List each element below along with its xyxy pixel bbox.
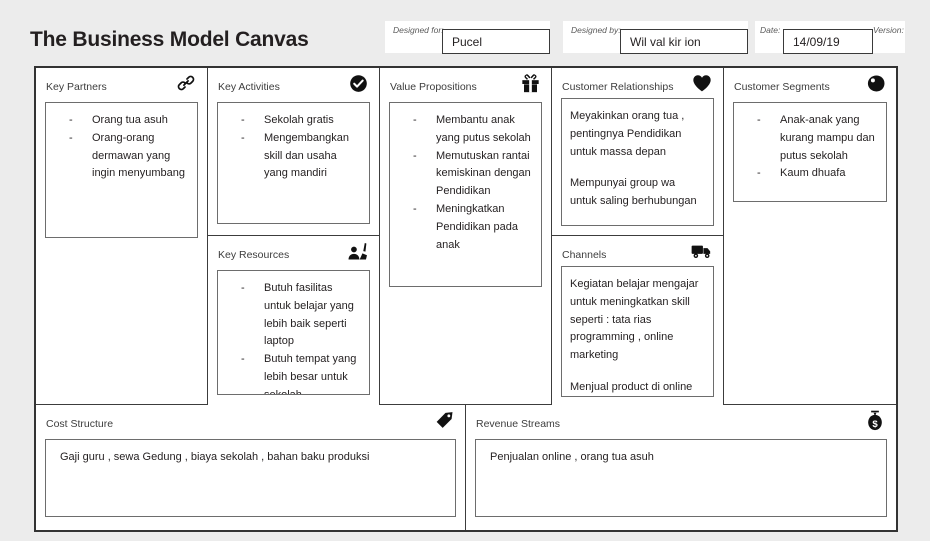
list-item: Orang-orang dermawan yang ingin menyumba…: [54, 130, 189, 183]
bullet-list: Anak-anak yang kurang mampu dan putus se…: [742, 112, 878, 183]
version-label: Version:: [873, 25, 904, 35]
chain-link-icon: [175, 72, 197, 94]
block-cost-structure[interactable]: Cost Structure Gaji guru , sewa Gedung ,…: [36, 405, 466, 530]
block-header: Key Resources: [208, 236, 379, 266]
list-item: Memutuskan rantai kemiskinan dengan Pend…: [398, 148, 533, 201]
svg-text:$: $: [872, 418, 878, 429]
block-title: Key Resources: [218, 249, 290, 261]
block-title: Channels: [562, 249, 607, 261]
list-item: Meningkatkan Pendidikan pada anak: [398, 201, 533, 254]
worker-icon: [347, 240, 369, 262]
block-header: Customer Relationships: [552, 68, 723, 98]
block-title: Key Partners: [46, 81, 107, 93]
list-item: Membantu anak yang putus sekolah: [398, 112, 533, 148]
block-revenue-streams[interactable]: Revenue Streams $ Penjualan online , ora…: [466, 405, 896, 530]
paragraph: Mempunyai group wa untuk saling berhubun…: [570, 177, 697, 208]
block-note[interactable]: Butuh fasilitas untuk belajar yang lebih…: [217, 270, 370, 395]
block-title: Key Activities: [218, 81, 280, 93]
block-note[interactable]: Meyakinkan orang tua , pentingnya Pendid…: [561, 98, 714, 226]
block-note[interactable]: Orang tua asuh Orang-orang dermawan yang…: [45, 102, 198, 238]
list-item: Butuh tempat yang lebih besar untuk seko…: [226, 351, 361, 394]
block-customer-relationships[interactable]: Customer Relationships Meyakinkan orang …: [552, 68, 724, 236]
bullet-list: Butuh fasilitas untuk belajar yang lebih…: [226, 280, 361, 394]
date-label: Date:: [760, 25, 781, 35]
bullet-list: Sekolah gratis Mengembangkan skill dan u…: [226, 112, 361, 183]
block-note[interactable]: Membantu anak yang putus sekolah Memutus…: [389, 102, 542, 287]
block-header: Channels: [552, 236, 723, 266]
note-text: Gaji guru , sewa Gedung , biaya sekolah …: [60, 451, 370, 463]
block-channels[interactable]: Channels Kegiatan belajar mengajar untuk…: [552, 236, 724, 405]
block-title: Customer Relationships: [562, 81, 674, 93]
paragraph: Meyakinkan orang tua , pentingnya Pendid…: [570, 110, 685, 158]
list-item: Kaum dhuafa: [742, 165, 878, 183]
heart-icon: [691, 72, 713, 94]
bullet-list: Membantu anak yang putus sekolah Memutus…: [398, 112, 533, 255]
list-item: Anak-anak yang kurang mampu dan putus se…: [742, 112, 878, 165]
block-note[interactable]: Kegiatan belajar mengajar untuk meningka…: [561, 266, 714, 397]
block-header: Value Propositions: [380, 68, 551, 98]
block-note[interactable]: Gaji guru , sewa Gedung , biaya sekolah …: [45, 439, 456, 517]
block-header: Customer Segments: [724, 68, 896, 98]
block-customer-segments[interactable]: Customer Segments Anak-anak yang kurang …: [724, 68, 896, 405]
block-key-partners[interactable]: Key Partners Orang tua asuh Orang-orang …: [36, 68, 208, 405]
date-input[interactable]: 14/09/19: [783, 29, 873, 54]
designed-by-field: Designed by: Wil val kir ion: [563, 21, 748, 54]
bullet-list: Orang tua asuh Orang-orang dermawan yang…: [54, 112, 189, 183]
block-header: Key Activities: [208, 68, 379, 98]
canvas-header: The Business Model Canvas Designed for: …: [0, 0, 930, 60]
designed-for-field: Designed for: Pucel: [385, 21, 550, 54]
gift-icon: [519, 72, 541, 94]
date-field: Date: Version: 14/09/19: [755, 21, 905, 54]
paragraph: Menjual product di online shop seperti ,…: [570, 381, 693, 394]
block-value-propositions[interactable]: Value Propositions Membantu anak yang pu…: [380, 68, 552, 405]
delivery-truck-icon: [691, 240, 713, 262]
canvas-grid: Key Partners Orang tua asuh Orang-orang …: [34, 66, 898, 532]
business-model-canvas-page: The Business Model Canvas Designed for: …: [0, 0, 930, 541]
block-key-resources[interactable]: Key Resources Butuh fasilitas untuk bela…: [208, 236, 380, 405]
block-header: Revenue Streams $: [466, 405, 896, 435]
list-item: Mengembangkan skill dan usaha yang mandi…: [226, 130, 361, 183]
note-text: Penjualan online , orang tua asuh: [490, 451, 654, 463]
check-circle-icon: [347, 72, 369, 94]
block-title: Value Propositions: [390, 81, 477, 93]
block-note[interactable]: Anak-anak yang kurang mampu dan putus se…: [733, 102, 887, 202]
designed-for-input[interactable]: Pucel: [442, 29, 550, 54]
paragraph: Kegiatan belajar mengajar untuk meningka…: [570, 278, 699, 362]
block-title: Customer Segments: [734, 81, 830, 93]
block-title: Cost Structure: [46, 418, 114, 430]
price-tag-icon: [433, 409, 455, 431]
money-bag-icon: $: [864, 409, 886, 431]
designed-for-label: Designed for:: [393, 25, 444, 35]
list-item: Sekolah gratis: [226, 112, 361, 130]
block-title: Revenue Streams: [476, 418, 561, 430]
designed-by-input[interactable]: Wil val kir ion: [620, 29, 748, 54]
block-note[interactable]: Penjualan online , orang tua asuh: [475, 439, 887, 517]
designed-by-label: Designed by:: [571, 25, 621, 35]
eye-icon: [864, 72, 886, 94]
list-item: Butuh fasilitas untuk belajar yang lebih…: [226, 280, 361, 351]
list-item: Orang tua asuh: [54, 112, 189, 130]
page-title: The Business Model Canvas: [30, 28, 309, 51]
block-key-activities[interactable]: Key Activities Sekolah gratis Mengembang…: [208, 68, 380, 236]
block-header: Key Partners: [36, 68, 207, 98]
block-header: Cost Structure: [36, 405, 465, 435]
block-note[interactable]: Sekolah gratis Mengembangkan skill dan u…: [217, 102, 370, 224]
